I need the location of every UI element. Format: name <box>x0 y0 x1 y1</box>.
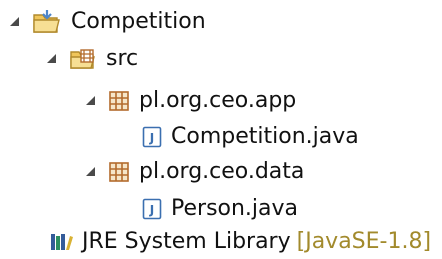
collapsed-arrow-icon[interactable] <box>24 233 42 251</box>
tree-item-src-folder[interactable]: src <box>43 42 138 76</box>
tree-item-label: Competition.java <box>171 124 359 149</box>
tree-item-package-data[interactable]: pl.org.ceo.data <box>82 155 304 189</box>
jre-version-decoration: [JavaSE-1.8] <box>296 229 432 254</box>
package-icon <box>108 161 130 183</box>
library-icon <box>50 232 74 252</box>
tree-item-label: Person.java <box>171 196 299 221</box>
tree-item-label: JRE System Library <box>82 229 291 254</box>
expanded-arrow-icon[interactable] <box>82 92 100 110</box>
tree-item-label: pl.org.ceo.data <box>139 159 305 184</box>
tree-item-label: Competition <box>71 9 206 34</box>
expanded-arrow-icon[interactable] <box>82 163 100 181</box>
tree-item-competition-project[interactable]: Competition <box>6 5 206 39</box>
expanded-arrow-icon[interactable] <box>43 50 61 68</box>
package-icon <box>108 90 130 112</box>
tree-item-label: pl.org.ceo.app <box>139 88 297 113</box>
tree-item-label: src <box>106 46 139 71</box>
collapsed-arrow-icon[interactable] <box>116 128 134 146</box>
tree-item-jre-system-library[interactable]: JRE System Library [JavaSE-1.8] <box>24 225 431 259</box>
project-folder-icon <box>32 9 62 35</box>
source-folder-icon <box>69 47 97 71</box>
svg-text:J: J <box>149 131 154 145</box>
tree-item-package-app[interactable]: pl.org.ceo.app <box>82 84 296 118</box>
tree-item-person-java[interactable]: J Person.java <box>116 192 298 226</box>
svg-text:J: J <box>149 203 154 217</box>
tree-item-competition-java[interactable]: J Competition.java <box>116 120 359 154</box>
collapsed-arrow-icon[interactable] <box>116 200 134 218</box>
project-explorer-tree: Competition src pl.org.ceo.app J Competi… <box>0 0 442 256</box>
java-file-icon: J <box>142 198 162 220</box>
expanded-arrow-icon[interactable] <box>6 13 24 31</box>
java-file-icon: J <box>142 126 162 148</box>
